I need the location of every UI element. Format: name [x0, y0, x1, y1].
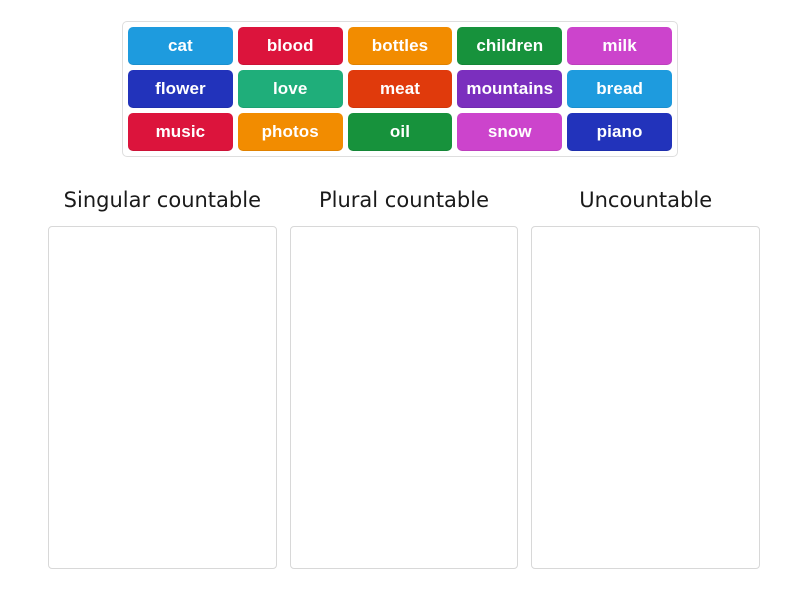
category-title-singular-countable: Singular countable [63, 188, 261, 212]
drop-zone-uncountable[interactable] [531, 226, 761, 569]
word-tile-photos[interactable]: photos [237, 113, 343, 151]
word-bank-row-3: music photos oil snow piano [128, 113, 672, 151]
category-column-uncountable: Uncountable [531, 186, 761, 569]
category-title-uncountable: Uncountable [579, 188, 713, 212]
word-tile-milk[interactable]: milk [567, 27, 672, 65]
word-tile-cat[interactable]: cat [128, 27, 233, 65]
word-bank-container: cat blood bottles children milk flower l… [122, 21, 678, 157]
word-bank-row-2: flower love meat mountains bread [128, 70, 672, 108]
drop-zone-singular-countable[interactable] [48, 226, 277, 569]
word-tile-children[interactable]: children [457, 27, 563, 65]
category-zones: Singular countable Plural countable Unco… [48, 186, 761, 569]
category-title-plural-countable: Plural countable [318, 188, 490, 212]
category-column-plural-countable: Plural countable [289, 186, 519, 569]
word-tile-music[interactable]: music [128, 113, 233, 151]
word-tile-bread[interactable]: bread [567, 70, 672, 108]
word-tile-oil[interactable]: oil [347, 113, 453, 151]
word-tile-bottles[interactable]: bottles [347, 27, 453, 65]
word-tile-meat[interactable]: meat [347, 70, 453, 108]
category-column-singular-countable: Singular countable [48, 186, 277, 569]
word-tile-piano[interactable]: piano [567, 113, 672, 151]
word-tile-blood[interactable]: blood [237, 27, 343, 65]
word-tile-love[interactable]: love [237, 70, 343, 108]
word-tile-mountains[interactable]: mountains [457, 70, 563, 108]
word-tile-snow[interactable]: snow [457, 113, 563, 151]
word-bank-row-1: cat blood bottles children milk [128, 27, 672, 65]
word-tile-flower[interactable]: flower [128, 70, 233, 108]
drop-zone-plural-countable[interactable] [289, 226, 519, 569]
group-sort-activity: cat blood bottles children milk flower l… [0, 0, 800, 600]
